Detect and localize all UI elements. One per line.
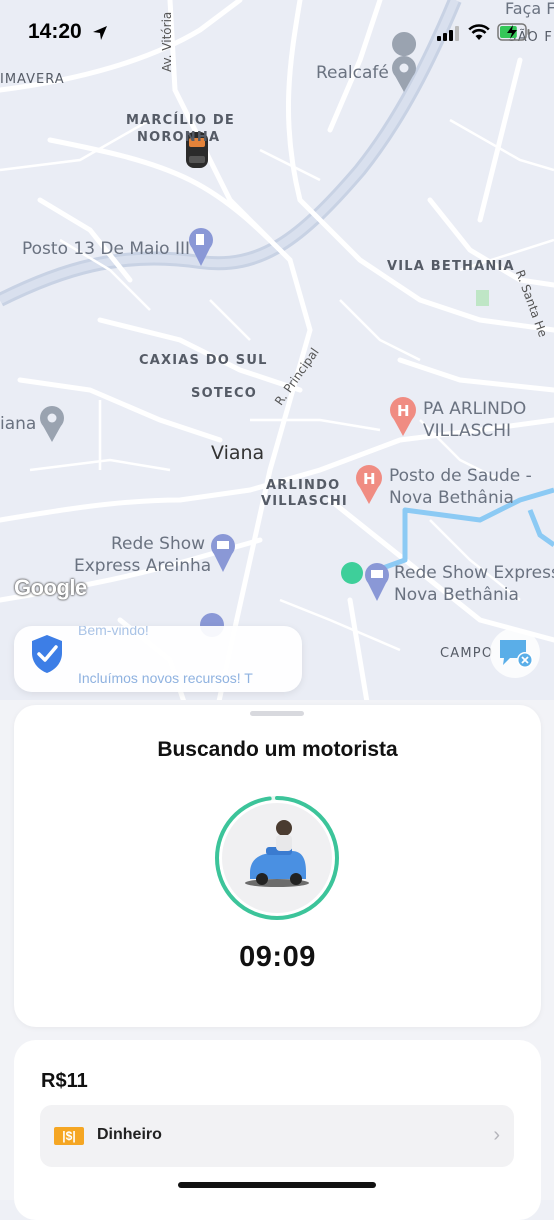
payment-card: R$11 |$| Dinheiro › bbox=[14, 1040, 541, 1220]
map-label-pa-arlindo: PA ARLINDO bbox=[423, 399, 527, 419]
cash-icon: |$| bbox=[54, 1127, 84, 1145]
battery-charging-icon bbox=[497, 23, 530, 41]
home-indicator[interactable] bbox=[178, 1182, 376, 1188]
ride-price: R$11 bbox=[41, 1070, 88, 1092]
chevron-right-icon: › bbox=[493, 1124, 500, 1146]
map-label-viana-left: iana bbox=[0, 414, 37, 434]
map-label-posto-saude-2: Nova Bethânia bbox=[389, 488, 514, 508]
clock: 14:20 bbox=[28, 20, 82, 43]
map-label-pa-villaschi: VILLASCHI bbox=[423, 421, 512, 441]
search-title: Buscando um motorista bbox=[157, 738, 398, 761]
drag-handle[interactable] bbox=[250, 711, 304, 716]
svg-text:H: H bbox=[363, 470, 376, 488]
search-progress-ring bbox=[215, 796, 339, 920]
map-label-vila-bethania: VILA BETHANIA bbox=[387, 259, 515, 274]
map-roads: H H bbox=[0, 0, 554, 720]
map-label-rede-nova: Rede Show Express bbox=[394, 563, 554, 583]
map-label-primavera: IMAVERA bbox=[0, 72, 65, 87]
notice-title: Bem-vindo! bbox=[78, 626, 149, 638]
map-label-arlindo-villaschi: VILLASCHI bbox=[261, 494, 348, 509]
map-label-rede-areinha-2: Express Areinha bbox=[74, 556, 212, 576]
chat-muted-icon bbox=[500, 640, 533, 668]
map-label-viana: Viana bbox=[211, 442, 265, 464]
wifi-icon bbox=[468, 24, 490, 40]
map-label-arlindo: ARLINDO bbox=[266, 478, 341, 493]
map-label-posto13: Posto 13 De Maio III bbox=[22, 239, 191, 259]
map-label-posto-saude: Posto de Saude - bbox=[389, 466, 532, 486]
map-label-rede-areinha: Rede Show bbox=[111, 534, 206, 554]
map-view[interactable]: H H IMAVERA MARCÍLIO DE NORONHA Av. Vitó… bbox=[0, 0, 554, 720]
payment-method-row[interactable]: |$| Dinheiro › bbox=[40, 1105, 514, 1167]
notice-text: Incluímos novos recursos! T bbox=[78, 670, 253, 686]
shield-check-icon bbox=[32, 635, 62, 673]
map-label-soteco: SOTECO bbox=[191, 386, 257, 401]
status-bar: 14:20 bbox=[0, 0, 554, 62]
cellular-signal-icon bbox=[437, 26, 459, 41]
notice-banner[interactable]: Bem-vindo! Incluímos novos recursos! T bbox=[14, 626, 302, 692]
map-label-marcilio: MARCÍLIO DE bbox=[126, 113, 235, 128]
driver-search-card: Buscando um motorista 09:09 bbox=[14, 705, 541, 1027]
location-arrow-icon bbox=[93, 26, 107, 40]
google-logo: Google bbox=[14, 575, 87, 600]
map-label-caxias: CAXIAS DO SUL bbox=[139, 353, 268, 368]
payment-method-label: Dinheiro bbox=[97, 1126, 162, 1143]
search-timer: 09:09 bbox=[239, 941, 316, 973]
map-label-realcafe: Realcafé bbox=[316, 63, 389, 83]
chat-button[interactable] bbox=[490, 628, 540, 678]
map-label-rede-nova-2: Nova Bethânia bbox=[394, 585, 519, 605]
map-label-campo: CAMPO bbox=[440, 646, 494, 661]
map-label-noronha: NORONHA bbox=[137, 130, 221, 145]
svg-text:H: H bbox=[397, 402, 410, 420]
